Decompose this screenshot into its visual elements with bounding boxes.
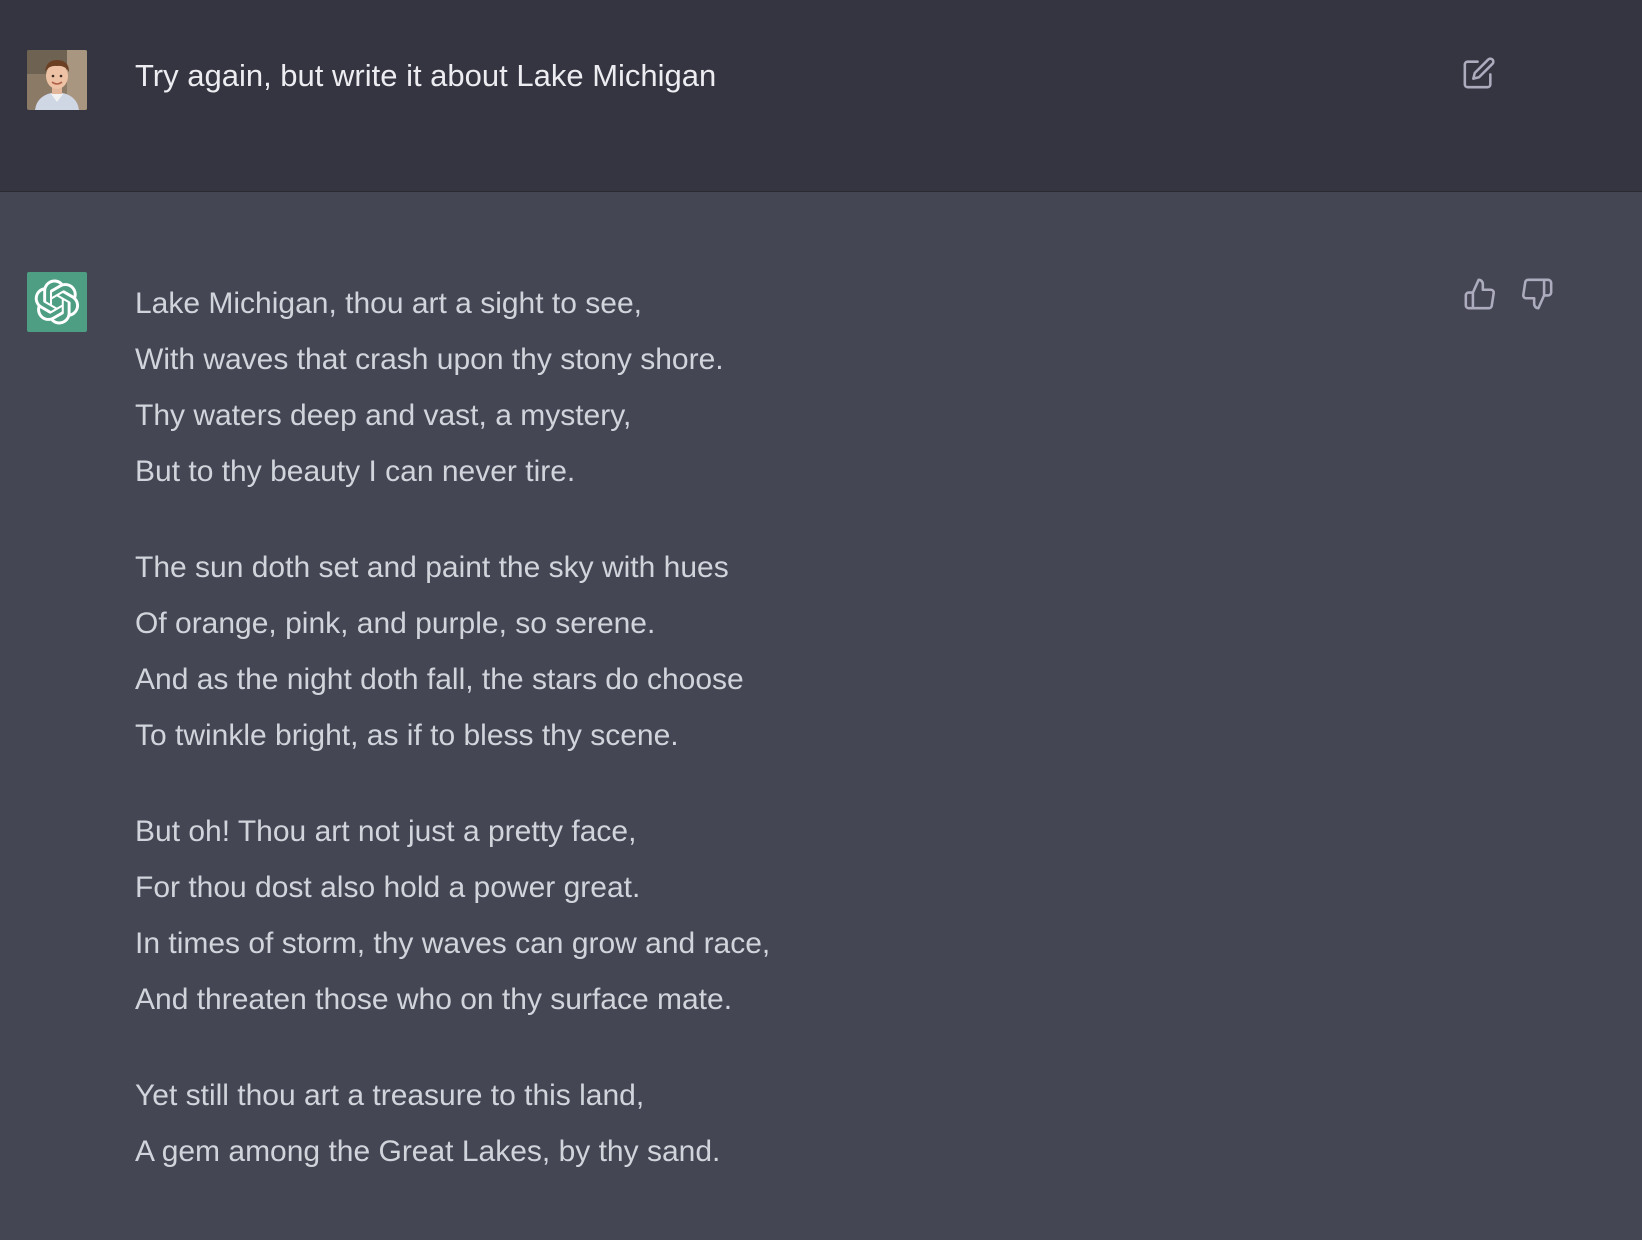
poem-line: Of orange, pink, and purple, so serene. [135,607,656,640]
poem-line: To twinkle bright, as if to bless thy sc… [135,719,679,752]
user-message-row: Try again, but write it about Lake Michi… [0,0,1642,192]
openai-logo-icon [34,279,80,325]
assistant-avatar [27,272,87,332]
poem-line: Yet still thou art a treasure to this la… [135,1079,645,1112]
poem-line: For thou dost also hold a power great. [135,871,641,904]
poem-line: Thy waters deep and vast, a mystery, [135,399,632,432]
thumbs-down-button[interactable] [1520,277,1554,311]
poem-line: And threaten those who on thy surface ma… [135,983,733,1016]
assistant-message-row: Lake Michigan, thou art a sight to see, … [0,192,1642,1240]
user-avatar-photo [27,50,87,110]
poem-line: But to thy beauty I can never tire. [135,455,576,488]
user-avatar [27,50,87,110]
edit-message-button[interactable] [1462,56,1496,90]
poem-stanza: The sun doth set and paint the sky with … [135,540,1335,764]
poem-line: But oh! Thou art not just a pretty face, [135,815,637,848]
poem-line: Lake Michigan, thou art a sight to see, [135,287,642,320]
poem-line: The sun doth set and paint the sky with … [135,551,729,584]
thumbs-down-icon [1522,278,1553,310]
poem-line: And as the night doth fall, the stars do… [135,663,744,696]
poem-line: With waves that crash upon thy stony sho… [135,343,724,376]
poem-line: A gem among the Great Lakes, by thy sand… [135,1135,721,1168]
edit-icon [1463,57,1495,89]
poem-line: In times of storm, thy waves can grow an… [135,927,771,960]
poem-stanza: Lake Michigan, thou art a sight to see, … [135,276,1335,500]
thumbs-up-button[interactable] [1463,277,1497,311]
assistant-message-text: Lake Michigan, thou art a sight to see, … [135,276,1335,1220]
poem-stanza: Yet still thou art a treasure to this la… [135,1068,1335,1180]
poem-stanza: But oh! Thou art not just a pretty face,… [135,804,1335,1028]
user-message-text: Try again, but write it about Lake Michi… [135,58,717,93]
thumbs-up-icon [1464,278,1495,310]
